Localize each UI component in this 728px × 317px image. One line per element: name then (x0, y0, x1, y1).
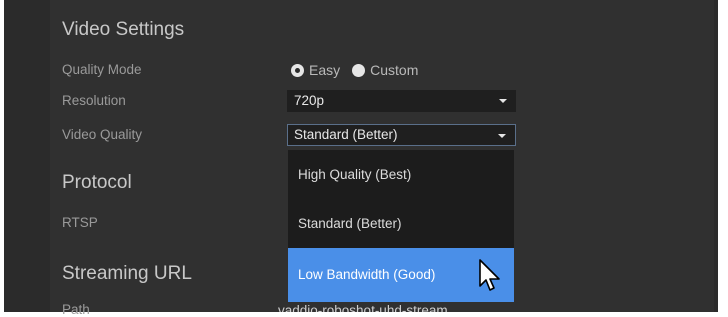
quality-mode-label: Quality Mode (62, 62, 142, 77)
dropdown-option-label: High Quality (Best) (298, 167, 412, 182)
resolution-select-value: 720p (294, 93, 325, 108)
dropdown-option-label: Low Bandwidth (Good) (298, 267, 436, 282)
dropdown-option-label: Standard (Better) (298, 216, 402, 231)
quality-mode-easy-radio[interactable]: Easy (291, 62, 340, 78)
quality-mode-radio-group: Easy Custom (291, 61, 430, 79)
dropdown-option-high-quality[interactable]: High Quality (Best) (288, 150, 514, 199)
quality-mode-custom-radio[interactable]: Custom (352, 62, 418, 78)
rtsp-label: RTSP (62, 215, 98, 230)
dropdown-option-standard[interactable]: Standard (Better) (288, 199, 514, 248)
radio-unchecked-icon (352, 63, 366, 77)
radio-label-easy: Easy (309, 62, 341, 78)
mouse-pointer-icon (479, 259, 500, 291)
path-label: Path (62, 302, 90, 317)
radio-checked-icon (291, 63, 304, 77)
video-quality-label: Video Quality (62, 127, 143, 142)
chevron-down-icon (498, 134, 506, 138)
video-quality-select[interactable]: Standard (Better) (287, 124, 516, 146)
chevron-down-icon (499, 99, 507, 103)
resolution-select[interactable]: 720p (287, 90, 516, 112)
resolution-label: Resolution (62, 93, 126, 108)
section-title-video-settings: Video Settings (62, 19, 185, 40)
section-title-protocol: Protocol (62, 172, 132, 193)
radio-label-custom: Custom (370, 62, 419, 78)
path-input-value: vaddio-roboshot-uhd-stream (278, 303, 448, 312)
video-quality-select-value: Standard (Better) (294, 127, 398, 142)
section-title-streaming-url: Streaming URL (62, 263, 192, 284)
